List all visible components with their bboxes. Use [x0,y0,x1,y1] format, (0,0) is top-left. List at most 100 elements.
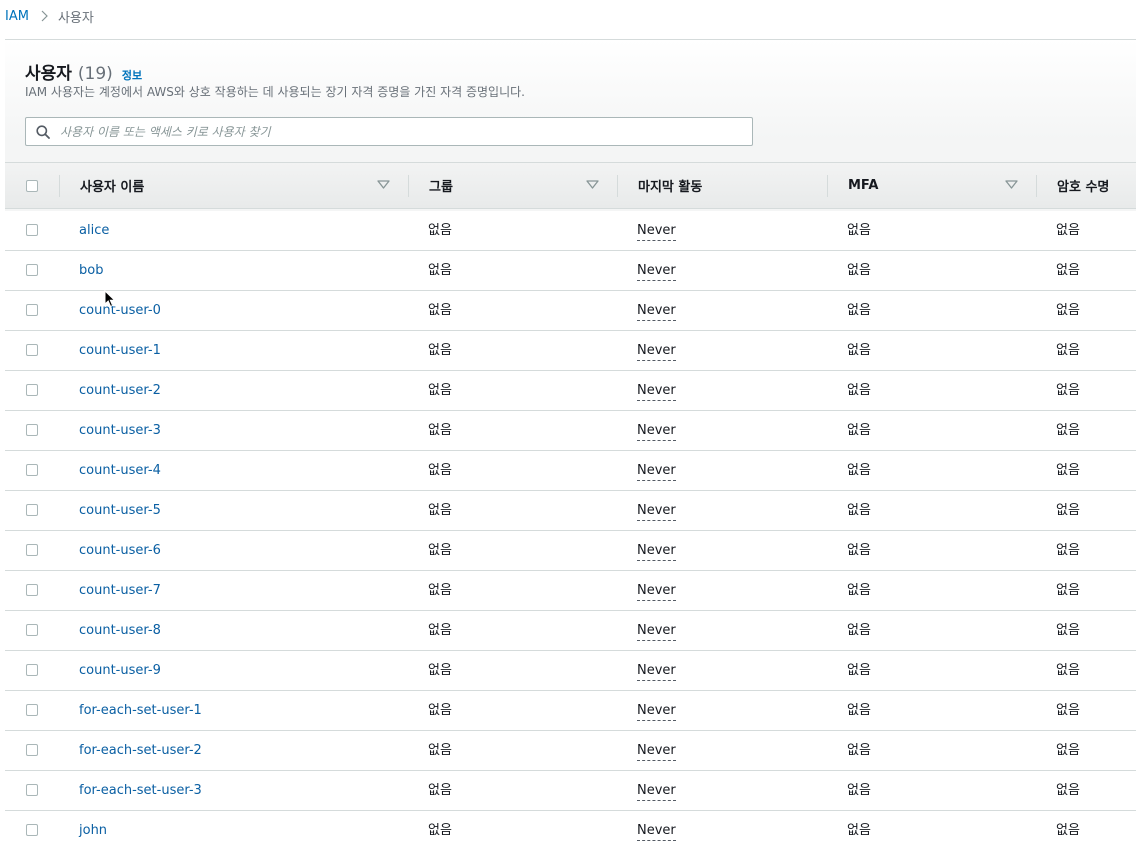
row-checkbox[interactable] [26,704,38,716]
groups-cell: 없음 [428,743,452,758]
password-age-cell: 없음 [1056,543,1080,558]
username-link[interactable]: count-user-1 [79,343,161,359]
last-activity-cell: Never [637,823,676,841]
username-link[interactable]: count-user-9 [79,663,161,679]
username-link[interactable]: count-user-0 [79,303,161,319]
row-checkbox[interactable] [26,624,38,636]
groups-cell: 없음 [428,383,452,398]
column-header-mfa[interactable]: MFA [848,163,878,208]
groups-cell: 없음 [428,263,452,278]
table-row: count-user-3 없음 Never 없음 없음 [5,411,1136,451]
column-header-groups[interactable]: 그룹 [429,163,453,208]
password-age-cell: 없음 [1056,823,1080,838]
row-checkbox[interactable] [26,664,38,676]
last-activity-cell: Never [637,463,676,481]
search-box [25,117,753,146]
last-activity-cell: Never [637,383,676,401]
column-header-last-activity[interactable]: 마지막 활동 [638,163,702,208]
table-row: count-user-9 없음 Never 없음 없음 [5,651,1136,691]
last-activity-cell: Never [637,663,676,681]
username-link[interactable]: for-each-set-user-2 [79,743,202,759]
row-checkbox[interactable] [26,784,38,796]
mfa-cell: 없음 [847,663,871,678]
mfa-cell: 없음 [847,503,871,518]
table-row: alice 없음 Never 없음 없음 [5,211,1136,251]
caret-down-icon[interactable] [377,180,390,189]
column-header-password-age[interactable]: 암호 수명 [1057,163,1109,208]
groups-cell: 없음 [428,623,452,638]
username-link[interactable]: count-user-5 [79,503,161,519]
username-link[interactable]: count-user-8 [79,623,161,639]
row-checkbox[interactable] [26,824,38,836]
groups-cell: 없음 [428,343,452,358]
password-age-cell: 없음 [1056,343,1080,358]
row-checkbox[interactable] [26,464,38,476]
row-checkbox[interactable] [26,224,38,236]
mfa-cell: 없음 [847,223,871,238]
last-activity-cell: Never [637,423,676,441]
row-checkbox[interactable] [26,344,38,356]
mfa-cell: 없음 [847,703,871,718]
row-checkbox[interactable] [26,544,38,556]
row-checkbox[interactable] [26,504,38,516]
row-checkbox[interactable] [26,264,38,276]
groups-cell: 없음 [428,823,452,838]
mfa-cell: 없음 [847,343,871,358]
table-row: john 없음 Never 없음 없음 [5,811,1136,851]
mfa-cell: 없음 [847,263,871,278]
table-row: count-user-6 없음 Never 없음 없음 [5,531,1136,571]
last-activity-cell: Never [637,343,676,361]
groups-cell: 없음 [428,583,452,598]
select-all-checkbox[interactable] [26,180,38,192]
mfa-cell: 없음 [847,743,871,758]
password-age-cell: 없음 [1056,263,1080,278]
last-activity-cell: Never [637,703,676,721]
username-link[interactable]: count-user-4 [79,463,161,479]
search-icon [36,124,50,139]
table-row: for-each-set-user-3 없음 Never 없음 없음 [5,771,1136,811]
mfa-cell: 없음 [847,783,871,798]
password-age-cell: 없음 [1056,663,1080,678]
mfa-cell: 없음 [847,383,871,398]
username-link[interactable]: count-user-6 [79,543,161,559]
password-age-cell: 없음 [1056,383,1080,398]
row-checkbox[interactable] [26,384,38,396]
groups-cell: 없음 [428,543,452,558]
username-link[interactable]: for-each-set-user-1 [79,703,202,719]
groups-cell: 없음 [428,303,452,318]
table-row: count-user-4 없음 Never 없음 없음 [5,451,1136,491]
column-header-username[interactable]: 사용자 이름 [80,163,144,208]
username-link[interactable]: john [79,823,107,839]
password-age-cell: 없음 [1056,223,1080,238]
last-activity-cell: Never [637,623,676,641]
username-link[interactable]: count-user-3 [79,423,161,439]
table-row: count-user-7 없음 Never 없음 없음 [5,571,1136,611]
username-link[interactable]: count-user-2 [79,383,161,399]
column-divider [617,175,618,197]
row-checkbox[interactable] [26,304,38,316]
table-row: count-user-1 없음 Never 없음 없음 [5,331,1136,371]
row-checkbox[interactable] [26,424,38,436]
caret-down-icon[interactable] [1005,180,1018,189]
table-row: for-each-set-user-2 없음 Never 없음 없음 [5,731,1136,771]
mfa-cell: 없음 [847,463,871,478]
breadcrumb-current: 사용자 [57,10,94,26]
row-checkbox[interactable] [26,744,38,756]
column-divider [59,175,60,197]
breadcrumb-iam-link[interactable]: IAM [5,9,29,24]
row-checkbox[interactable] [26,584,38,596]
username-link[interactable]: alice [79,223,109,239]
mfa-cell: 없음 [847,423,871,438]
caret-down-icon[interactable] [586,180,599,189]
table-header: 사용자 이름 그룹 마지막 활동 MFA 암호 수명 [5,162,1136,209]
info-link[interactable]: 정보 [122,67,142,83]
last-activity-cell: Never [637,503,676,521]
last-activity-cell: Never [637,223,676,241]
table-row: for-each-set-user-1 없음 Never 없음 없음 [5,691,1136,731]
username-link[interactable]: count-user-7 [79,583,161,599]
search-input[interactable] [58,123,722,140]
username-link[interactable]: bob [79,263,103,279]
password-age-cell: 없음 [1056,703,1080,718]
groups-cell: 없음 [428,463,452,478]
username-link[interactable]: for-each-set-user-3 [79,783,202,799]
